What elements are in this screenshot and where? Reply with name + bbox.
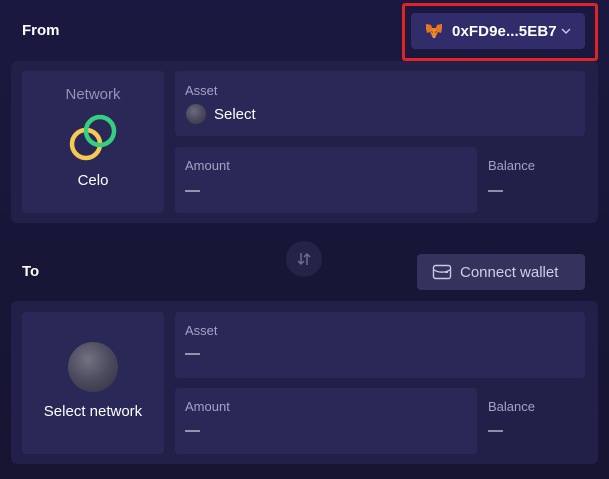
to-amount-field[interactable]: Amount — — [175, 388, 477, 454]
asset-label: Asset — [185, 83, 218, 98]
from-section-label: From — [22, 22, 60, 39]
connect-wallet-button[interactable]: Connect wallet — [417, 254, 585, 290]
wallet-address-label: 0xFD9e...5EB7 — [452, 22, 557, 40]
balance-value: — — [488, 422, 503, 439]
swap-arrows-icon — [296, 251, 312, 267]
asset-value: — — [185, 345, 200, 362]
wallet-icon — [432, 263, 452, 281]
to-network-selector[interactable]: Select network — [22, 312, 164, 454]
celo-logo-icon — [67, 113, 119, 163]
asset-placeholder-icon — [186, 104, 206, 124]
from-asset-selector[interactable]: Asset Select — [175, 71, 585, 136]
from-balance: Balance — — [487, 147, 587, 213]
to-panel: Select network Asset — Amount — Balance … — [11, 301, 598, 464]
select-network-label: Select network — [43, 403, 143, 420]
network-placeholder-icon — [67, 341, 119, 393]
balance-label: Balance — [488, 399, 535, 414]
network-name: Celo — [77, 172, 109, 189]
balance-value: — — [488, 182, 503, 199]
from-panel: Network Celo Asset Select Amount — Balan… — [11, 61, 598, 223]
balance-label: Balance — [488, 158, 535, 173]
amount-label: Amount — [185, 399, 230, 414]
amount-value: — — [185, 422, 200, 439]
asset-label: Asset — [185, 323, 218, 338]
swap-direction-button[interactable] — [286, 241, 322, 277]
asset-select-value: Select — [214, 105, 256, 123]
from-network-selector[interactable]: Network Celo — [22, 71, 164, 213]
connect-wallet-label: Connect wallet — [460, 263, 559, 281]
from-amount-field[interactable]: Amount — — [175, 147, 477, 213]
metamask-fox-icon — [425, 23, 443, 39]
to-asset-selector[interactable]: Asset — — [175, 312, 585, 378]
amount-label: Amount — [185, 158, 230, 173]
wallet-address-button[interactable]: 0xFD9e...5EB7 — [411, 13, 585, 49]
to-section-label: To — [22, 263, 40, 280]
network-label: Network — [65, 86, 121, 103]
asset-select-row: Select — [186, 104, 256, 124]
amount-value: — — [185, 182, 200, 199]
to-balance: Balance — — [487, 388, 587, 454]
chevron-down-icon — [560, 25, 572, 37]
